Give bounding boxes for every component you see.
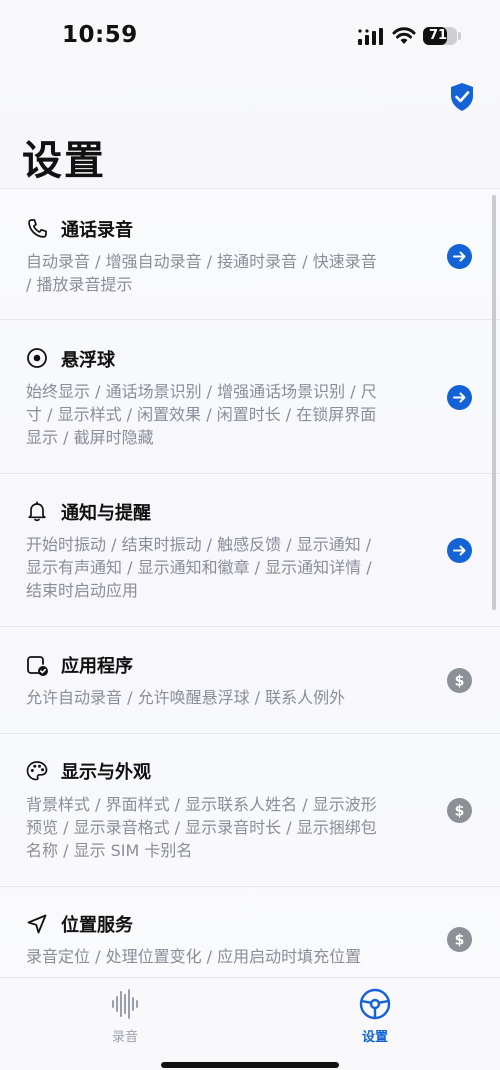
battery-level: 71	[428, 28, 448, 43]
tab-settings[interactable]: 设置	[335, 986, 415, 1046]
item-title: 通知与提醒	[61, 503, 151, 524]
item-description: 自动录音 / 增强自动录音 / 接通时录音 / 快速录音 / 播放录音提示	[26, 252, 377, 294]
status-bar: 10:59 71	[0, 0, 500, 70]
settings-item-call-recording[interactable]: 通话录音 自动录音 / 增强自动录音 / 接通时录音 / 快速录音 / 播放录音…	[0, 189, 500, 320]
premium-button[interactable]: $	[447, 668, 472, 693]
wifi-icon	[392, 27, 416, 44]
item-title: 通话录音	[61, 220, 133, 241]
item-description: 录音定位 / 处理位置变化 / 应用启动时填充位置	[26, 947, 362, 966]
steering-wheel-icon	[359, 988, 391, 1020]
battery-nub	[458, 32, 461, 40]
shield-check-icon[interactable]	[449, 82, 475, 112]
tab-label: 录音	[111, 1030, 138, 1045]
svg-text:$: $	[455, 804, 465, 820]
item-title: 显示与外观	[61, 762, 151, 783]
settings-screen: 10:59 71 设置 通话录音 自动录音 / 增强自动录音 / 接通时录音 /…	[0, 0, 500, 1070]
item-description: 始终显示 / 通话场景识别 / 增强通话场景识别 / 尺寸 / 显示样式 / 闲…	[26, 382, 377, 447]
item-title: 悬浮球	[61, 350, 115, 371]
waveform-icon	[112, 989, 138, 1019]
status-time: 10:59	[62, 22, 138, 48]
settings-item-floating-ball[interactable]: 悬浮球 始终显示 / 通话场景识别 / 增强通话场景识别 / 尺寸 / 显示样式…	[0, 320, 500, 474]
arrow-right-icon	[453, 545, 466, 556]
home-indicator[interactable]	[161, 1062, 339, 1068]
page-title: 设置	[22, 138, 106, 184]
item-title: 应用程序	[61, 656, 133, 677]
arrow-right-button[interactable]	[447, 244, 472, 269]
arrow-right-button[interactable]	[447, 385, 472, 410]
dollar-icon: $	[455, 933, 465, 949]
bell-icon	[28, 501, 46, 522]
arrow-right-button[interactable]	[447, 538, 472, 563]
settings-item-display-appearance[interactable]: 显示与外观 背景样式 / 界面样式 / 显示联系人姓名 / 显示波形预览 / 显…	[0, 734, 500, 887]
tab-label: 设置	[361, 1030, 388, 1045]
scrollbar[interactable]	[492, 195, 496, 610]
item-title: 位置服务	[61, 915, 133, 936]
svg-text:$: $	[455, 674, 465, 690]
settings-item-applications[interactable]: 应用程序 允许自动录音 / 允许唤醒悬浮球 / 联系人例外 $	[0, 627, 500, 734]
item-description: 开始时振动 / 结束时振动 / 触感反馈 / 显示通知 / 显示有声通知 / 显…	[26, 535, 372, 600]
svg-text:$: $	[455, 933, 465, 949]
phone-icon	[28, 219, 47, 238]
premium-button[interactable]: $	[447, 927, 472, 952]
palette-icon	[26, 761, 48, 781]
arrow-right-icon	[453, 251, 466, 262]
dollar-icon: $	[455, 804, 465, 820]
settings-list: 通话录音 自动录音 / 增强自动录音 / 接通时录音 / 快速录音 / 播放录音…	[0, 188, 500, 978]
location-arrow-icon	[27, 914, 47, 934]
app-check-icon	[27, 656, 48, 676]
dollar-icon: $	[455, 674, 465, 690]
tab-recordings[interactable]: 录音	[85, 986, 165, 1046]
settings-item-notifications[interactable]: 通知与提醒 开始时振动 / 结束时振动 / 触感反馈 / 显示通知 / 显示有声…	[0, 474, 500, 627]
item-description: 允许自动录音 / 允许唤醒悬浮球 / 联系人例外	[26, 688, 346, 707]
target-icon	[27, 348, 47, 368]
premium-button[interactable]: $	[447, 798, 472, 823]
item-description: 背景样式 / 界面样式 / 显示联系人姓名 / 显示波形预览 / 显示录音格式 …	[26, 795, 377, 860]
tab-bar: 录音 设置	[0, 977, 500, 1070]
battery-icon: 71	[423, 27, 457, 45]
arrow-right-icon	[453, 392, 466, 403]
settings-item-location-services[interactable]: 位置服务 录音定位 / 处理位置变化 / 应用启动时填充位置 $	[0, 887, 500, 978]
signal-icon	[358, 28, 383, 45]
